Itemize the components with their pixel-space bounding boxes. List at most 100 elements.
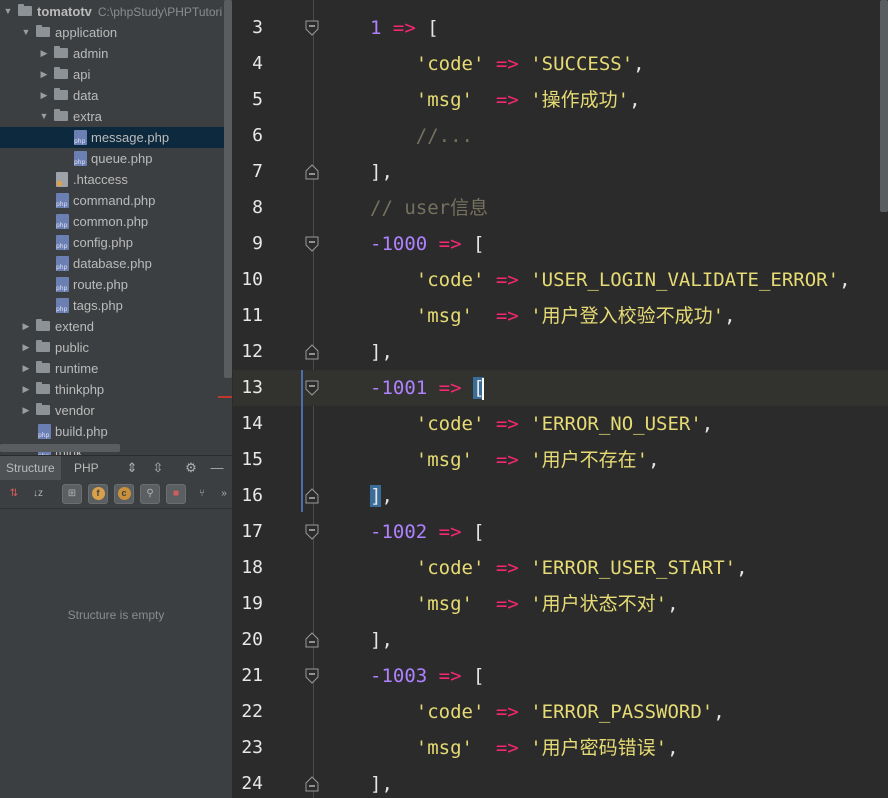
code-editor[interactable]: 31 => [4 'code' => 'SUCCESS', 5 'msg' => … bbox=[233, 0, 888, 798]
code-token: , bbox=[381, 629, 393, 651]
tree-item[interactable]: ▶ data bbox=[0, 85, 232, 106]
show-inherited-icon[interactable]: ⊞ bbox=[62, 484, 82, 504]
chevron-right-icon[interactable]: ▶ bbox=[20, 337, 32, 358]
code-token: ] bbox=[370, 161, 382, 183]
chevron-right-icon[interactable]: ▶ bbox=[20, 379, 32, 400]
code-line[interactable]: 4 'code' => 'SUCCESS', bbox=[233, 46, 888, 82]
change-marker[interactable] bbox=[301, 370, 303, 512]
chevron-right-icon[interactable]: ▶ bbox=[20, 400, 32, 421]
code-line[interactable]: 22 'code' => 'ERROR_PASSWORD', bbox=[233, 694, 888, 730]
code-line[interactable]: 7], bbox=[233, 154, 888, 190]
chevron-right-icon[interactable]: ▶ bbox=[20, 358, 32, 379]
fold-end-icon[interactable] bbox=[304, 488, 320, 504]
fold-end-icon[interactable] bbox=[304, 776, 320, 792]
tree-item[interactable]: tags.php bbox=[0, 295, 232, 316]
tree-horizontal-scrollbar[interactable] bbox=[0, 444, 120, 452]
code-token: => bbox=[495, 305, 519, 327]
tree-item[interactable]: queue.php bbox=[0, 148, 232, 169]
chevron-right-icon[interactable]: ▶ bbox=[20, 316, 32, 337]
code-token: , bbox=[701, 413, 714, 435]
fold-end-icon[interactable] bbox=[304, 632, 320, 648]
chevron-right-icon[interactable]: ▶ bbox=[38, 64, 50, 85]
code-line[interactable]: 18 'code' => 'ERROR_USER_START', bbox=[233, 550, 888, 586]
sort-alphabetically-icon[interactable]: ↓z bbox=[28, 484, 48, 504]
more-icon[interactable]: » bbox=[214, 484, 232, 504]
folder-icon bbox=[36, 403, 50, 415]
tree-item[interactable]: ▶ extend bbox=[0, 316, 232, 337]
chevron-right-icon[interactable]: ▶ bbox=[38, 85, 50, 106]
tree-item[interactable]: ▶ public bbox=[0, 337, 232, 358]
code-line[interactable]: 10 'code' => 'USER_LOGIN_VALIDATE_ERROR'… bbox=[233, 262, 888, 298]
tree-item[interactable]: ▶ vendor bbox=[0, 400, 232, 421]
tree-item-label: .htaccess bbox=[73, 172, 128, 187]
tree-item[interactable]: route.php bbox=[0, 274, 232, 295]
tree-vertical-scrollbar[interactable] bbox=[224, 0, 232, 378]
tree-item[interactable]: ▶ thinkphp bbox=[0, 379, 232, 400]
fold-start-icon[interactable] bbox=[304, 20, 320, 36]
minimize-icon[interactable]: — bbox=[209, 459, 225, 477]
fold-start-icon[interactable] bbox=[304, 236, 320, 252]
show-properties-icon[interactable]: ⚲ bbox=[140, 484, 160, 504]
chevron-down-icon[interactable]: ▼ bbox=[2, 1, 14, 22]
gear-icon[interactable]: ⚙ bbox=[183, 459, 199, 477]
tree-item[interactable]: common.php bbox=[0, 211, 232, 232]
folder-icon bbox=[54, 67, 68, 79]
code-line[interactable]: 3 1 => [ bbox=[233, 10, 888, 46]
tree-item[interactable]: database.php bbox=[0, 253, 232, 274]
code-line[interactable]: 24], bbox=[233, 766, 888, 798]
code-line[interactable]: 8 // user信息 bbox=[233, 190, 888, 226]
tree-item[interactable]: ▶ api bbox=[0, 64, 232, 85]
code-line[interactable]: 19 'msg' => '用户状态不对', bbox=[233, 586, 888, 622]
code-line[interactable]: 20], bbox=[233, 622, 888, 658]
code-token: 'USER_LOGIN_VALIDATE_ERROR' bbox=[530, 269, 840, 291]
editor-vertical-scrollbar[interactable] bbox=[880, 0, 888, 212]
expand-all-icon[interactable]: ⇕ bbox=[124, 459, 140, 477]
tree-item[interactable]: ▼ application bbox=[0, 22, 232, 43]
tree-item[interactable]: ▶ runtime bbox=[0, 358, 232, 379]
sort-by-visibility-icon[interactable]: ⇅ bbox=[4, 484, 24, 504]
code-token: [ bbox=[427, 17, 439, 39]
fold-end-icon[interactable] bbox=[304, 344, 320, 360]
chevron-down-icon[interactable]: ▼ bbox=[20, 22, 32, 43]
code-line[interactable]: 16], bbox=[233, 478, 888, 514]
code-token: => bbox=[495, 53, 519, 75]
show-includes-icon[interactable]: ⑂ bbox=[192, 484, 212, 504]
chevron-down-icon[interactable]: ▼ bbox=[38, 106, 50, 127]
collapse-all-icon[interactable]: ⇳ bbox=[150, 459, 166, 477]
structure-toolbar: ⇅ ↓z ⊞ f c ⚲ ■ ⑂ » bbox=[0, 480, 232, 509]
show-fields-icon[interactable]: f bbox=[88, 484, 108, 504]
show-constants-icon[interactable]: c bbox=[114, 484, 134, 504]
code-token: -1000 bbox=[370, 233, 428, 255]
php-file-icon bbox=[56, 277, 69, 292]
fold-start-icon[interactable] bbox=[304, 668, 320, 684]
code-line[interactable]: 17 -1002 => [ bbox=[233, 514, 888, 550]
fold-end-icon[interactable] bbox=[304, 164, 320, 180]
tree-root[interactable]: ▼ tomatotv C:\phpStudy\PHPTutori bbox=[0, 1, 232, 22]
code-token: // user信息 bbox=[370, 197, 489, 219]
fold-start-icon[interactable] bbox=[304, 524, 320, 540]
code-token: , bbox=[633, 53, 645, 75]
tree-item[interactable]: command.php bbox=[0, 190, 232, 211]
code-line[interactable]: 23 'msg' => '用户密码错误', bbox=[233, 730, 888, 766]
tree-item[interactable]: ▶ admin bbox=[0, 43, 232, 64]
tab-php[interactable]: PHP bbox=[68, 456, 105, 480]
code-line[interactable]: 15 'msg' => '用户不存在', bbox=[233, 442, 888, 478]
code-line[interactable]: 5 'msg' => '操作成功', bbox=[233, 82, 888, 118]
tab-structure[interactable]: Structure bbox=[0, 456, 61, 480]
code-line[interactable]: 21 -1003 => [ bbox=[233, 658, 888, 694]
tree-item[interactable]: ▼ extra bbox=[0, 106, 232, 127]
code-line[interactable]: 14 'code' => 'ERROR_NO_USER', bbox=[233, 406, 888, 442]
chevron-right-icon[interactable]: ▶ bbox=[38, 43, 50, 64]
tree-item[interactable]: build.php bbox=[0, 421, 232, 442]
code-line[interactable]: 13 -1001 => [ bbox=[233, 370, 888, 406]
code-line[interactable]: 6 //... bbox=[233, 118, 888, 154]
tree-item[interactable]: message.php bbox=[0, 127, 232, 148]
code-line[interactable]: 9 -1000 => [ bbox=[233, 226, 888, 262]
code-text: 'msg' => '用户登入校验不成功', bbox=[370, 298, 736, 334]
code-line[interactable]: 11 'msg' => '用户登入校验不成功', bbox=[233, 298, 888, 334]
show-private-icon[interactable]: ■ bbox=[166, 484, 186, 504]
code-line[interactable]: 12], bbox=[233, 334, 888, 370]
fold-start-icon[interactable] bbox=[304, 380, 320, 396]
tree-item[interactable]: .htaccess bbox=[0, 169, 232, 190]
tree-item[interactable]: config.php bbox=[0, 232, 232, 253]
